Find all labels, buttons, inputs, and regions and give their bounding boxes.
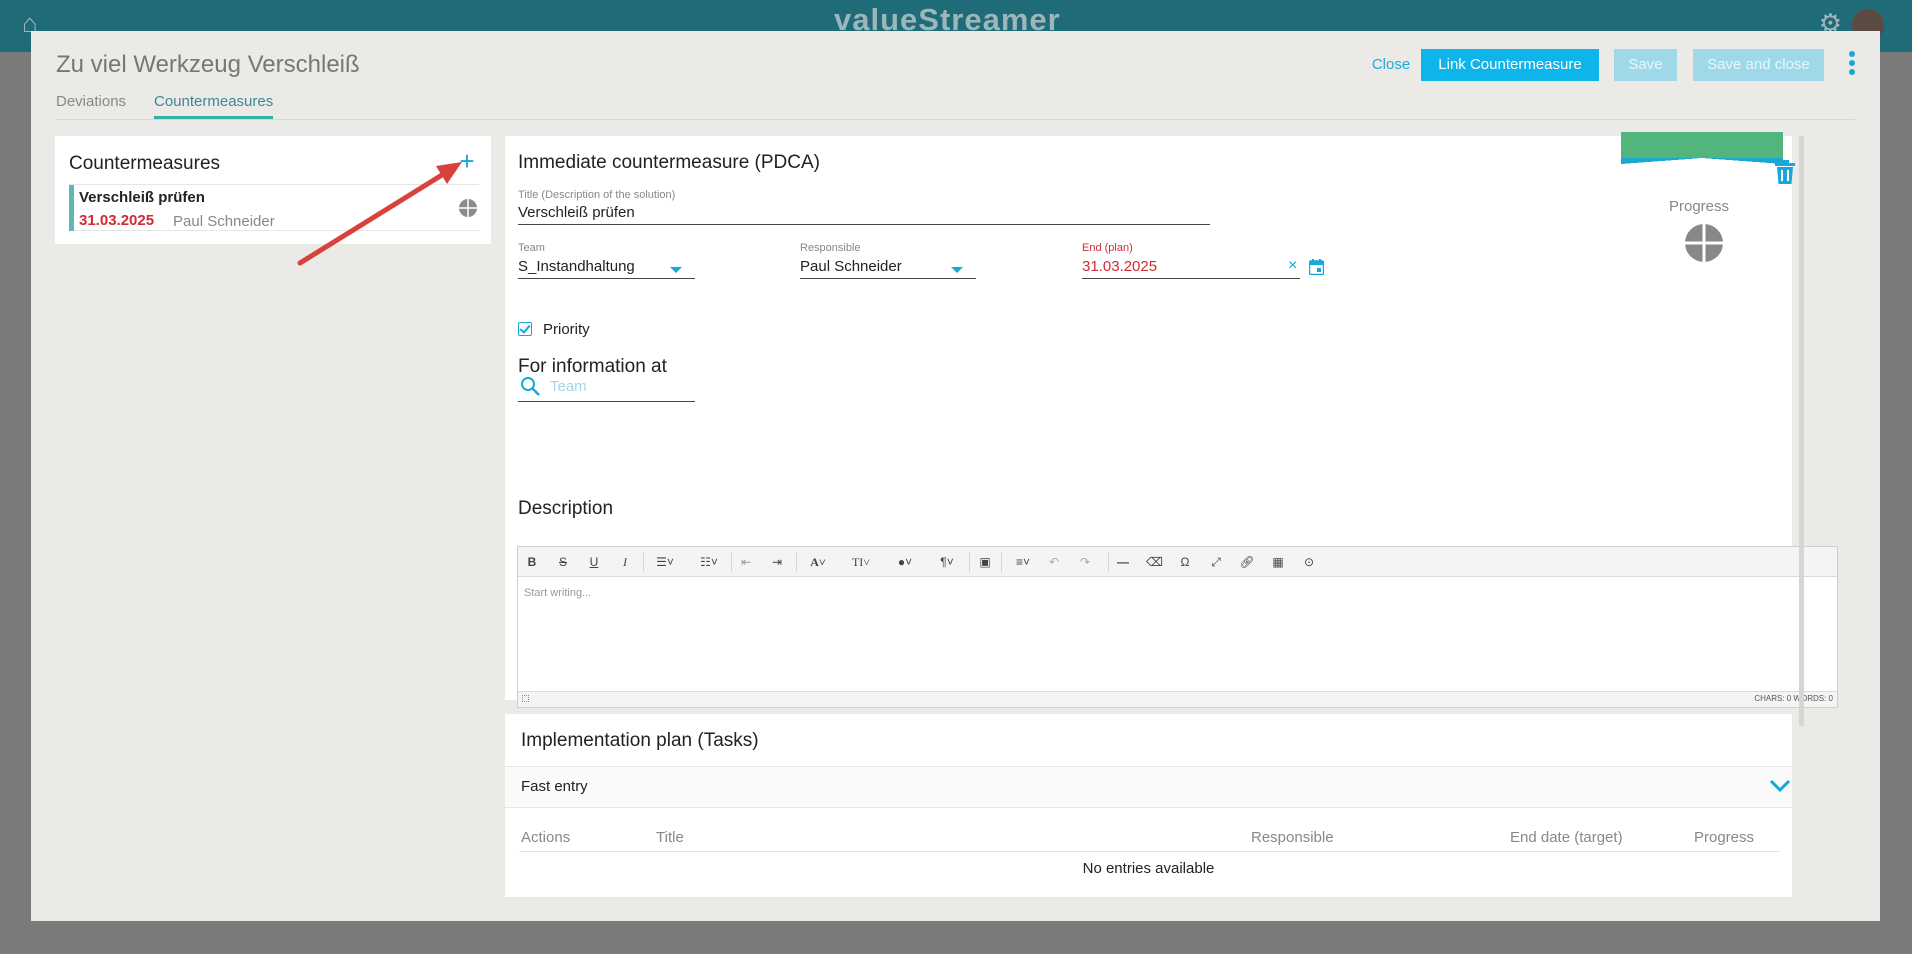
- modal-title: Zu viel Werkzeug Verschleiß: [56, 51, 360, 78]
- save-and-close-button[interactable]: Save and close: [1693, 49, 1824, 81]
- highlight-button[interactable]: ●˅: [890, 553, 920, 571]
- annotation-arrow: [297, 162, 462, 266]
- clear-icon[interactable]: ×: [1288, 257, 1297, 275]
- paragraph-button[interactable]: ¶˅: [932, 553, 962, 571]
- trash-icon[interactable]: [1775, 160, 1795, 184]
- implementation-plan: Implementation plan (Tasks) Fast entry A…: [505, 714, 1792, 897]
- countermeasures-heading: Countermeasures: [69, 153, 221, 174]
- image-icon[interactable]: ▣: [976, 553, 994, 571]
- link-countermeasure-button[interactable]: Link Countermeasure: [1421, 49, 1599, 81]
- status-banner: [1621, 132, 1783, 158]
- chevron-down-icon[interactable]: [670, 267, 682, 273]
- progress-label: Progress: [1669, 198, 1730, 215]
- item-date: 31.03.2025: [79, 212, 155, 229]
- toolbar-divider: [969, 552, 970, 572]
- toolbar-divider: [796, 552, 797, 572]
- bullet-list-button[interactable]: ☰˅: [650, 553, 680, 571]
- table-icon[interactable]: ▦: [1270, 553, 1286, 571]
- column-header-progress[interactable]: Progress: [1694, 829, 1754, 846]
- redo-icon[interactable]: ↷: [1077, 553, 1093, 571]
- link-icon[interactable]: 🔗︎: [1239, 553, 1255, 571]
- priority-checkbox[interactable]: [518, 322, 532, 336]
- team-search-underline: [518, 401, 695, 402]
- title-field[interactable]: Verschleiß prüfen: [518, 204, 635, 221]
- priority-label: Priority: [543, 321, 590, 338]
- empty-state: No entries available: [1082, 860, 1215, 877]
- source-icon[interactable]: ⊙: [1301, 553, 1317, 571]
- responsible-select[interactable]: Paul Schneider: [800, 258, 902, 275]
- team-select[interactable]: S_Instandhaltung: [518, 258, 635, 275]
- toolbar-divider: [731, 552, 732, 572]
- column-header-actions[interactable]: Actions: [521, 829, 570, 846]
- implementation-title: Implementation plan (Tasks): [521, 730, 759, 751]
- underline-button[interactable]: U: [586, 553, 602, 571]
- tabs-divider: [56, 119, 1855, 120]
- fullscreen-icon[interactable]: ⤢: [1208, 553, 1224, 571]
- numbered-list-button[interactable]: ☷˅: [694, 553, 724, 571]
- column-header-end-date[interactable]: End date (target): [1510, 829, 1623, 846]
- save-button[interactable]: Save: [1614, 49, 1677, 81]
- status-banner-pointer: [1621, 158, 1783, 164]
- title-field-underline: [518, 224, 1210, 225]
- item-person: Paul Schneider: [173, 213, 275, 230]
- outdent-button[interactable]: ⇤: [738, 553, 754, 571]
- strikethrough-button[interactable]: S: [555, 553, 571, 571]
- italic-button[interactable]: I: [617, 553, 633, 571]
- table-header-divider: [519, 851, 1780, 852]
- calendar-icon[interactable]: [1309, 259, 1324, 275]
- editor-stats: CHARS: 0 WORDS: 0: [1754, 694, 1833, 703]
- scrollbar[interactable]: [1799, 136, 1804, 726]
- team-field-label: Team: [518, 242, 545, 254]
- editor-placeholder[interactable]: Start writing...: [524, 587, 591, 599]
- item-color-bar: [69, 185, 74, 231]
- column-header-responsible[interactable]: Responsible: [1251, 829, 1334, 846]
- toolbar-divider: [643, 552, 644, 572]
- fast-entry-toggle[interactable]: Fast entry: [505, 766, 1792, 808]
- responsible-field-label: Responsible: [800, 242, 861, 254]
- toolbar-divider: [1108, 552, 1109, 572]
- fast-entry-label: Fast entry: [521, 778, 588, 795]
- bold-button[interactable]: B: [524, 553, 540, 571]
- more-options-icon[interactable]: [1846, 51, 1858, 79]
- editor-footer: CHARS: 0 WORDS: 0: [518, 691, 1837, 707]
- special-char-icon[interactable]: Ω: [1177, 553, 1193, 571]
- editor-toolbar: B S U I ☰˅ ☷˅ ⇤ ⇥ A˅ TI˅ ●˅ ¶˅ ▣ ≡˅ ↶ ↷ …: [518, 547, 1837, 577]
- team-underline: [518, 278, 695, 279]
- end-date-label: End (plan): [1082, 242, 1133, 254]
- description-heading: Description: [518, 498, 614, 519]
- countermeasure-detail: Immediate countermeasure (PDCA) Progress…: [505, 132, 1838, 708]
- team-search-input[interactable]: Team: [550, 378, 587, 395]
- responsible-underline: [800, 278, 976, 279]
- search-icon: [521, 377, 540, 396]
- item-title: Verschleiß prüfen: [79, 189, 205, 206]
- title-field-label: Title (Description of the solution): [518, 189, 676, 201]
- end-date-field[interactable]: 31.03.2025: [1082, 258, 1157, 275]
- font-color-button[interactable]: A˅: [803, 553, 833, 571]
- column-header-title[interactable]: Title: [656, 829, 684, 846]
- description-editor[interactable]: B S U I ☰˅ ☷˅ ⇤ ⇥ A˅ TI˅ ●˅ ¶˅ ▣ ≡˅ ↶ ↷ …: [517, 546, 1838, 708]
- detail-title: Immediate countermeasure (PDCA): [518, 152, 820, 173]
- information-heading: For information at: [518, 356, 667, 377]
- indent-button[interactable]: ⇥: [769, 553, 785, 571]
- end-date-underline: [1082, 278, 1300, 279]
- align-button[interactable]: ≡˅: [1008, 553, 1038, 571]
- chevron-down-icon[interactable]: [951, 267, 963, 273]
- toolbar-divider: [1001, 552, 1002, 572]
- undo-icon[interactable]: ↶: [1046, 553, 1062, 571]
- progress-pie-icon[interactable]: [1684, 223, 1724, 263]
- tab-deviations[interactable]: Deviations: [56, 93, 126, 116]
- tab-countermeasures[interactable]: Countermeasures: [154, 93, 274, 119]
- resize-grip-icon[interactable]: [522, 695, 529, 702]
- close-button[interactable]: Close: [1367, 49, 1415, 81]
- horizontal-rule-icon[interactable]: —: [1115, 553, 1131, 571]
- chevron-down-icon[interactable]: [1769, 779, 1791, 793]
- font-size-button[interactable]: TI˅: [846, 553, 876, 571]
- eraser-icon[interactable]: ⌫: [1146, 553, 1163, 571]
